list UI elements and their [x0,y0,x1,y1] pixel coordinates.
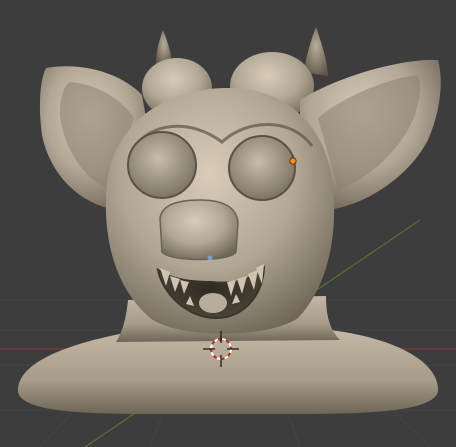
selected-vertex-point[interactable] [289,157,297,165]
right-eye [228,135,296,201]
viewport-canvas[interactable] [0,0,456,447]
tongue [199,293,227,313]
object-origin-point[interactable] [207,255,213,261]
3d-viewport[interactable] [0,0,456,447]
muzzle [159,199,239,261]
left-eye [127,131,197,199]
